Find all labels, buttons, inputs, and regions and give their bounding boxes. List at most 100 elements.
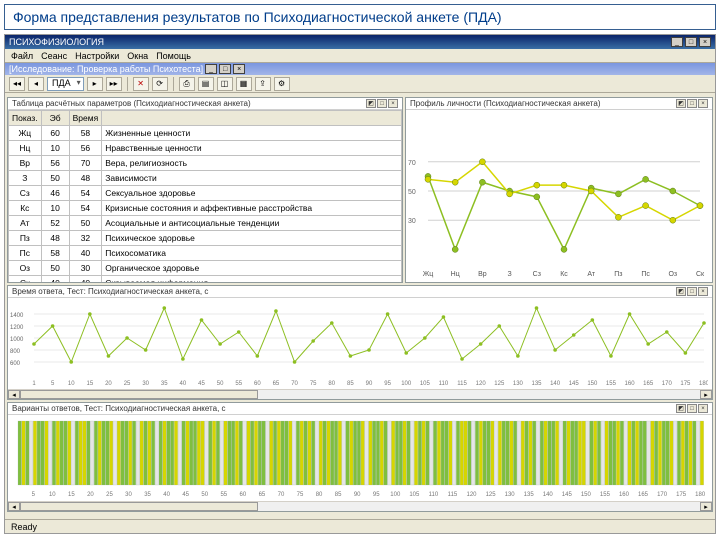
child-maximize-button[interactable]: □ bbox=[219, 64, 231, 74]
svg-text:1200: 1200 bbox=[10, 325, 24, 331]
panel-close-icon[interactable]: × bbox=[698, 287, 708, 296]
table-row[interactable]: З5048Зависимости bbox=[9, 171, 402, 186]
cell: Жизненные ценности bbox=[102, 126, 402, 141]
next-button[interactable]: ▸ bbox=[87, 77, 103, 91]
svg-text:150: 150 bbox=[581, 492, 592, 498]
svg-text:170: 170 bbox=[657, 492, 668, 498]
col-code[interactable]: Показ. bbox=[9, 111, 42, 126]
menubar: Файл Сеанс Настройки Окна Помощь bbox=[5, 49, 715, 63]
print-button[interactable]: ⎙ bbox=[179, 77, 195, 91]
svg-text:65: 65 bbox=[273, 381, 280, 387]
svg-text:Ат: Ат bbox=[587, 271, 596, 278]
col-eb[interactable]: Эб bbox=[41, 111, 69, 126]
chart2-button[interactable]: ◫ bbox=[217, 77, 233, 91]
table-row[interactable]: Вр5670Вера, религиозность bbox=[9, 156, 402, 171]
col-desc[interactable] bbox=[102, 111, 402, 126]
first-button[interactable]: ◂◂ bbox=[9, 77, 25, 91]
svg-text:20: 20 bbox=[105, 381, 112, 387]
svg-text:25: 25 bbox=[124, 381, 131, 387]
chart3-button[interactable]: ▦ bbox=[236, 77, 252, 91]
svg-text:115: 115 bbox=[448, 492, 458, 498]
delete-button[interactable]: ✕ bbox=[133, 77, 149, 91]
responses-scroll[interactable]: ◂ ▸ bbox=[8, 501, 712, 511]
table-row[interactable]: Оз5030Органическое здоровье bbox=[9, 261, 402, 276]
svg-text:35: 35 bbox=[144, 492, 151, 498]
svg-text:35: 35 bbox=[161, 381, 168, 387]
svg-text:140: 140 bbox=[550, 381, 561, 387]
cell: 60 bbox=[41, 126, 69, 141]
table-row[interactable]: Жц6058Жизненные ценности bbox=[9, 126, 402, 141]
svg-text:135: 135 bbox=[531, 381, 542, 387]
cell: Ск bbox=[9, 276, 42, 283]
scroll-left-icon[interactable]: ◂ bbox=[8, 390, 20, 399]
svg-text:155: 155 bbox=[600, 492, 611, 498]
refresh-button[interactable]: ⟳ bbox=[152, 77, 168, 91]
table-row[interactable]: Ат5250Асоциальные и антисоциальные тенде… bbox=[9, 216, 402, 231]
col-time[interactable]: Время bbox=[69, 111, 102, 126]
svg-text:165: 165 bbox=[643, 381, 654, 387]
cell: Психическое здоровье bbox=[102, 231, 402, 246]
svg-text:З: З bbox=[507, 271, 511, 278]
scroll-left-icon[interactable]: ◂ bbox=[8, 502, 20, 511]
svg-text:1: 1 bbox=[32, 381, 36, 387]
scroll-right-icon[interactable]: ▸ bbox=[700, 390, 712, 399]
menu-windows[interactable]: Окна bbox=[127, 51, 148, 61]
child-close-button[interactable]: × bbox=[233, 64, 245, 74]
timing-scroll[interactable]: ◂ ▸ bbox=[8, 389, 712, 399]
menu-help[interactable]: Помощь bbox=[156, 51, 191, 61]
panel-max-icon[interactable]: □ bbox=[687, 99, 697, 108]
svg-text:125: 125 bbox=[486, 492, 497, 498]
scroll-right-icon[interactable]: ▸ bbox=[700, 502, 712, 511]
panel-config-icon[interactable]: ◩ bbox=[366, 99, 376, 108]
chart1-button[interactable]: ▤ bbox=[198, 77, 214, 91]
panel-config-icon[interactable]: ◩ bbox=[676, 99, 686, 108]
cell: 30 bbox=[69, 261, 102, 276]
settings-button[interactable]: ⚙ bbox=[274, 77, 290, 91]
separator bbox=[173, 77, 174, 91]
table-row[interactable]: Пз4832Психическое здоровье bbox=[9, 231, 402, 246]
panel-config-icon[interactable]: ◩ bbox=[676, 287, 686, 296]
svg-text:155: 155 bbox=[606, 381, 617, 387]
cell: 40 bbox=[41, 276, 69, 283]
panel-close-icon[interactable]: × bbox=[388, 99, 398, 108]
table-row[interactable]: Сз4654Сексуальное здоровье bbox=[9, 186, 402, 201]
cell: Асоциальные и антисоциальные тенденции bbox=[102, 216, 402, 231]
minimize-button[interactable]: _ bbox=[671, 37, 683, 47]
panel-table: Таблица расчётных параметров (Психодиагн… bbox=[7, 97, 403, 283]
export-button[interactable]: ⇪ bbox=[255, 77, 271, 91]
table-row[interactable]: Кс1054Кризисные состояния и аффективные … bbox=[9, 201, 402, 216]
cell: Психосоматика bbox=[102, 246, 402, 261]
panel-max-icon[interactable]: □ bbox=[687, 404, 697, 413]
prev-button[interactable]: ◂ bbox=[28, 77, 44, 91]
menu-settings[interactable]: Настройки bbox=[75, 51, 119, 61]
svg-text:55: 55 bbox=[235, 381, 242, 387]
cell: 54 bbox=[69, 201, 102, 216]
panel-close-icon[interactable]: × bbox=[698, 404, 708, 413]
svg-text:80: 80 bbox=[328, 381, 335, 387]
svg-text:Оз: Оз bbox=[668, 271, 677, 278]
svg-text:80: 80 bbox=[316, 492, 323, 498]
cell: Зависимости bbox=[102, 171, 402, 186]
svg-text:90: 90 bbox=[366, 381, 373, 387]
menu-file[interactable]: Файл bbox=[11, 51, 33, 61]
panel-close-icon[interactable]: × bbox=[698, 99, 708, 108]
table-row[interactable]: Ск4040Скрываемая информация bbox=[9, 276, 402, 283]
svg-text:5: 5 bbox=[51, 381, 55, 387]
table-row[interactable]: Пс5840Психосоматика bbox=[9, 246, 402, 261]
table-row[interactable]: Нц1056Нравственные ценности bbox=[9, 141, 402, 156]
panel-max-icon[interactable]: □ bbox=[377, 99, 387, 108]
panel-responses: Варианты ответов, Тест: Психодиагностиче… bbox=[7, 402, 713, 512]
panel-max-icon[interactable]: □ bbox=[687, 287, 697, 296]
child-minimize-button[interactable]: _ bbox=[205, 64, 217, 74]
maximize-button[interactable]: □ bbox=[685, 37, 697, 47]
method-select[interactable]: ПДА bbox=[47, 77, 84, 91]
cell: Нц bbox=[9, 141, 42, 156]
last-button[interactable]: ▸▸ bbox=[106, 77, 122, 91]
svg-text:40: 40 bbox=[163, 492, 170, 498]
svg-text:125: 125 bbox=[494, 381, 505, 387]
cell: Кризисные состояния и аффективные расстр… bbox=[102, 201, 402, 216]
svg-text:20: 20 bbox=[87, 492, 94, 498]
panel-config-icon[interactable]: ◩ bbox=[676, 404, 686, 413]
close-button[interactable]: × bbox=[699, 37, 711, 47]
menu-session[interactable]: Сеанс bbox=[41, 51, 67, 61]
